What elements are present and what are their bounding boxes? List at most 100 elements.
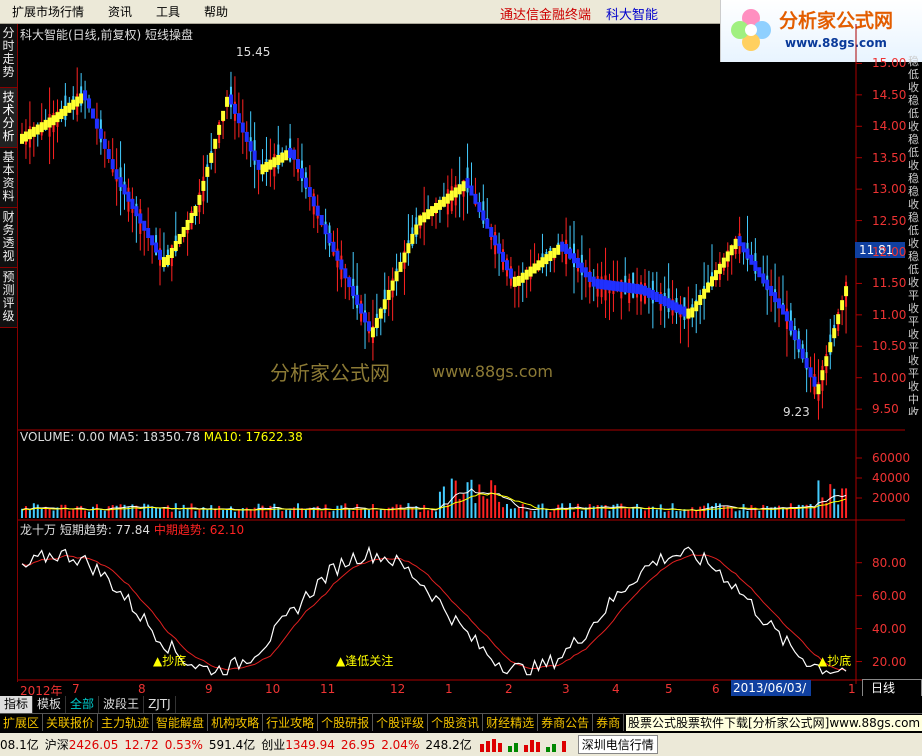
volume-bar: [411, 507, 414, 518]
trend-block: [729, 245, 734, 256]
volume-bar: [344, 503, 347, 518]
trend-block: [481, 210, 486, 221]
volume-bar: [119, 504, 122, 518]
trend-block: [23, 131, 28, 142]
chart-area[interactable]: ▲抄底 ▲逢低关注 ▲抄底: [18, 24, 905, 696]
chart-title: 科大智能(日线,前复权) 短线操盘: [20, 28, 193, 42]
trend-block: [102, 138, 107, 149]
trend-block: [615, 281, 620, 292]
trend-block: [252, 150, 257, 161]
trend-block: [299, 168, 304, 179]
func-broker-notice[interactable]: 券商公告: [538, 714, 594, 731]
volume-bar: [442, 486, 445, 518]
func-broker[interactable]: 券商: [593, 714, 625, 731]
tab-indicator[interactable]: 指标: [0, 696, 34, 713]
menu-extended-market[interactable]: 扩展市场行情: [0, 3, 96, 20]
cursor-date-box: 2013/06/03/一: [731, 680, 811, 711]
volume-bar: [537, 504, 540, 518]
volume-bar: [517, 506, 520, 518]
trend-block: [319, 215, 324, 226]
trend-block: [185, 219, 190, 230]
func-finance-select[interactable]: 财经精选: [483, 714, 539, 731]
trend-block: [725, 251, 730, 262]
func-smart-analysis[interactable]: 智能解盘: [153, 714, 209, 731]
right-signal-strip: 稳低收稳低收稳低收稳稳收稳低收稳低收平收平收平收平收中收稳低收: [908, 55, 919, 415]
trend-block: [272, 157, 277, 168]
idx1-pct: 0.53%: [164, 737, 203, 752]
sidebar-tab-basic[interactable]: 基本资料: [0, 148, 17, 208]
trend-block: [142, 220, 147, 231]
sidebar-tab-finance[interactable]: 财务透视: [0, 208, 17, 268]
menu-news[interactable]: 资讯: [96, 3, 144, 20]
volume-bar: [486, 498, 489, 518]
trend-block: [359, 303, 364, 314]
volume-bar: [40, 508, 43, 518]
volume-bar: [194, 511, 197, 518]
trend-block: [733, 238, 738, 249]
indicator-lines: ▲抄底 ▲逢低关注 ▲抄底: [21, 545, 851, 676]
tab-zjtj[interactable]: ZJTJ: [144, 696, 176, 713]
sidebar-tab-technical[interactable]: 技术分析: [0, 88, 17, 148]
volume-bar: [817, 480, 820, 518]
trend-block: [646, 287, 651, 298]
func-related-quote[interactable]: 关联报价: [43, 714, 99, 731]
trend-block: [248, 141, 253, 152]
volume-bar: [679, 510, 682, 518]
volume-bar: [289, 510, 292, 518]
tab-template[interactable]: 模板: [33, 696, 67, 713]
trend-block: [288, 147, 293, 158]
news-ticker[interactable]: 深圳电信行情: [577, 735, 658, 754]
trend-block: [540, 257, 545, 268]
trend-block: [753, 261, 758, 272]
func-main-trajectory[interactable]: 主力轨迹: [98, 714, 154, 731]
func-research[interactable]: 个股研报: [318, 714, 374, 731]
ma10-line: [21, 492, 847, 511]
trend-block: [587, 271, 592, 282]
brand-terminal: 通达信金融终端: [500, 8, 592, 23]
tab-all[interactable]: 全部: [66, 696, 100, 713]
trend-block: [796, 339, 801, 350]
price-tick-label: 13.50: [872, 150, 907, 165]
func-institution[interactable]: 机构攻略: [208, 714, 264, 731]
volume-bar: [162, 507, 165, 518]
trend-block: [134, 206, 139, 217]
idx2-name: 创业: [261, 738, 286, 752]
trend-block: [394, 271, 399, 282]
trend-block: [816, 384, 821, 395]
trend-block: [792, 329, 797, 340]
func-industry[interactable]: 行业攻略: [263, 714, 319, 731]
volume-bar: [813, 507, 816, 518]
tab-bodaowang[interactable]: 波段王: [99, 696, 145, 713]
volume-bars: [21, 478, 848, 518]
func-stock-news[interactable]: 个股资讯: [428, 714, 484, 731]
trend-block: [619, 281, 624, 292]
short-trend-line: [21, 545, 847, 676]
trend-block: [832, 328, 837, 339]
trend-block: [110, 159, 115, 170]
watermark-text: 分析家公式网: [270, 361, 390, 385]
sidebar-tab-forecast[interactable]: 预测评级: [0, 268, 17, 328]
func-extended-area[interactable]: 扩展区: [0, 714, 44, 731]
trend-block: [118, 177, 123, 188]
price-tick-label: 10.50: [872, 339, 907, 354]
trend-block: [690, 307, 695, 318]
volume-bar: [454, 480, 457, 518]
trend-block: [702, 288, 707, 299]
trend-block: [658, 294, 663, 305]
volume-bar: [103, 510, 106, 518]
sidebar-tab-intraday[interactable]: 分时走势: [0, 24, 17, 88]
indicator-tick-label: 80.00: [872, 555, 907, 570]
period-selector[interactable]: 日线: [862, 679, 922, 697]
trend-block: [98, 128, 103, 139]
menu-tools[interactable]: 工具: [144, 3, 192, 20]
volume-bar: [687, 510, 690, 518]
trend-block: [717, 263, 722, 274]
func-rating[interactable]: 个股评级: [373, 714, 429, 731]
menu-help[interactable]: 帮助: [192, 3, 240, 20]
volume-bar: [494, 485, 497, 518]
volume-bar: [478, 484, 481, 518]
trend-block: [422, 212, 427, 223]
trend-block: [504, 260, 509, 271]
status-lead: 08.1亿: [0, 738, 39, 752]
ad-banner[interactable]: 股票公式股票软件下载[分析家公式网]www.88gs.com: [626, 715, 922, 731]
